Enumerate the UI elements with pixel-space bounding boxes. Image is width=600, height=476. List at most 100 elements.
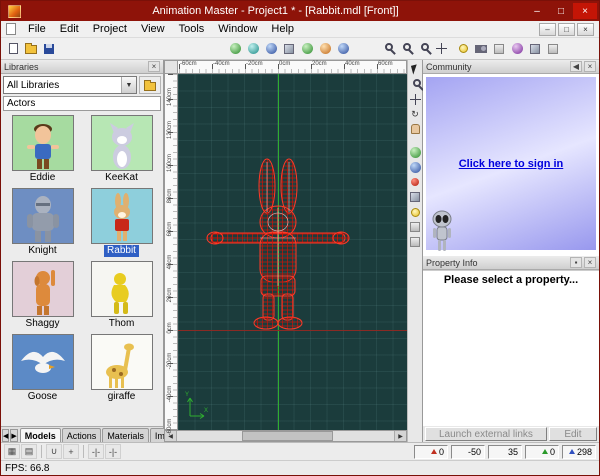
mdi-close-button[interactable]: × (577, 22, 594, 36)
add-point-button[interactable]: + (63, 444, 79, 459)
open-project-button[interactable] (22, 40, 40, 58)
library-item-eddie[interactable]: Eddie (3, 115, 82, 184)
pan-button[interactable] (432, 40, 450, 58)
maximize-button[interactable]: □ (549, 3, 573, 19)
extra-tool-button[interactable] (408, 235, 422, 249)
library-item-label[interactable]: KeeKat (102, 172, 141, 184)
render-mode-button[interactable] (454, 40, 472, 58)
viewport-horizontal-scrollbar[interactable]: ◀ ▶ (164, 430, 407, 442)
close-button[interactable]: × (573, 3, 597, 19)
new-light-button[interactable] (316, 40, 334, 58)
eddie-thumbnail[interactable] (11, 115, 74, 171)
bones-mode-button[interactable] (508, 40, 526, 58)
move-tool-button[interactable] (408, 92, 422, 106)
list-view-button[interactable]: ▤ (21, 444, 37, 459)
mdi-minimize-button[interactable]: – (539, 22, 556, 36)
tabs-scroll-left-icon[interactable]: ◀ (2, 429, 10, 442)
menu-help[interactable]: Help (264, 22, 301, 36)
community-close-icon[interactable]: × (584, 61, 596, 72)
sign-in-link[interactable]: Click here to sign in (459, 158, 564, 170)
library-item-label[interactable]: Goose (25, 391, 60, 403)
new-action-button[interactable] (244, 40, 262, 58)
rabbit-thumbnail[interactable] (90, 188, 153, 244)
scroll-right-icon[interactable]: ▶ (394, 431, 406, 441)
new-model-button[interactable] (226, 40, 244, 58)
mdi-restore-button[interactable]: □ (558, 22, 575, 36)
library-dropdown[interactable]: All Libraries ▼ (3, 76, 137, 94)
goose-thumbnail[interactable] (11, 334, 74, 390)
chevron-down-icon[interactable]: ▼ (121, 77, 136, 93)
cp-weight-button[interactable] (408, 175, 422, 189)
shaded-mode-button[interactable] (490, 40, 508, 58)
library-item-label[interactable]: Thom (106, 318, 138, 330)
library-item-label[interactable]: Eddie (27, 172, 59, 184)
library-item-keekat[interactable]: KeeKat (82, 115, 161, 184)
library-item-goose[interactable]: Goose (3, 334, 82, 403)
library-item-label[interactable]: Shaggy (23, 318, 63, 330)
library-item-knight[interactable]: Knight (3, 188, 82, 257)
muscle-mode-button[interactable] (526, 40, 544, 58)
snap-to-grid-button[interactable]: -|- (88, 444, 104, 459)
new-image-button[interactable] (334, 40, 352, 58)
menu-window[interactable]: Window (211, 22, 264, 36)
tab-materials[interactable]: Materials (102, 428, 149, 442)
tab-models[interactable]: Models (19, 428, 61, 442)
menu-project[interactable]: Project (86, 22, 134, 36)
new-choreography-button[interactable] (262, 40, 280, 58)
bone-mode-button[interactable] (408, 160, 422, 174)
zoom-out-button[interactable] (396, 40, 414, 58)
tabs-scroll-right-icon[interactable]: ▶ (10, 429, 18, 442)
grid-toggle-button[interactable]: ▦ (4, 444, 20, 459)
zoom-tool-button[interactable] (408, 77, 422, 91)
model-mode-button[interactable] (408, 145, 422, 159)
group-tool-button[interactable] (408, 190, 422, 204)
knight-thumbnail[interactable] (11, 188, 74, 244)
thom-thumbnail[interactable] (90, 261, 153, 317)
grab-tool-button[interactable] (408, 122, 422, 136)
property-close-icon[interactable]: × (584, 257, 596, 268)
light-tool-button[interactable] (408, 205, 422, 219)
launch-external-links-button[interactable]: Launch external links (425, 427, 547, 441)
document-icon[interactable] (6, 23, 16, 35)
new-project-button[interactable] (4, 40, 22, 58)
library-item-thom[interactable]: Thom (82, 261, 161, 330)
community-collapse-icon[interactable]: ◀ (570, 61, 582, 72)
libraries-close-icon[interactable]: × (148, 61, 160, 72)
turn-tool-button[interactable]: ↻ (408, 107, 422, 121)
edit-button[interactable]: Edit (548, 427, 597, 441)
pin-icon[interactable]: ▪ (570, 257, 582, 268)
library-item-label-selected[interactable]: Rabbit (104, 245, 139, 257)
library-item-giraffe[interactable]: giraffe (82, 334, 161, 403)
menu-tools[interactable]: Tools (172, 22, 212, 36)
model-viewport[interactable]: Y X (178, 74, 407, 430)
camera-view-button[interactable] (472, 40, 490, 58)
library-item-rabbit[interactable]: Rabbit (82, 188, 161, 257)
axis-indicator: Y X (185, 392, 208, 419)
readout-cell: -50 (451, 444, 485, 459)
giraffe-thumbnail[interactable] (90, 334, 153, 390)
zoom-in-button[interactable] (378, 40, 396, 58)
keekat-thumbnail[interactable] (90, 115, 153, 171)
library-up-button[interactable] (139, 76, 161, 94)
new-camera-button[interactable] (298, 40, 316, 58)
rabbit-wireframe-model[interactable] (205, 156, 351, 331)
magnet-snap-button[interactable]: ∪ (46, 444, 62, 459)
extra-tool-button[interactable] (408, 220, 422, 234)
tab-actions[interactable]: Actions (61, 428, 102, 442)
minimize-button[interactable]: – (525, 3, 549, 19)
select-tool-button[interactable] (408, 62, 422, 76)
menu-file[interactable]: File (21, 22, 53, 36)
library-item-label[interactable]: Knight (25, 245, 59, 257)
options-button[interactable] (544, 40, 562, 58)
menu-edit[interactable]: Edit (53, 22, 86, 36)
shaggy-thumbnail[interactable] (11, 261, 74, 317)
zoom-fit-button[interactable] (414, 40, 432, 58)
scrollbar-thumb[interactable] (242, 431, 334, 441)
snap-to-guide-button[interactable]: -|- (105, 444, 121, 459)
library-item-label[interactable]: giraffe (105, 391, 139, 403)
library-item-shaggy[interactable]: Shaggy (3, 261, 82, 330)
scrollbar-track[interactable] (177, 431, 394, 441)
menu-view[interactable]: View (134, 22, 172, 36)
new-material-button[interactable] (280, 40, 298, 58)
save-button[interactable] (40, 40, 58, 58)
